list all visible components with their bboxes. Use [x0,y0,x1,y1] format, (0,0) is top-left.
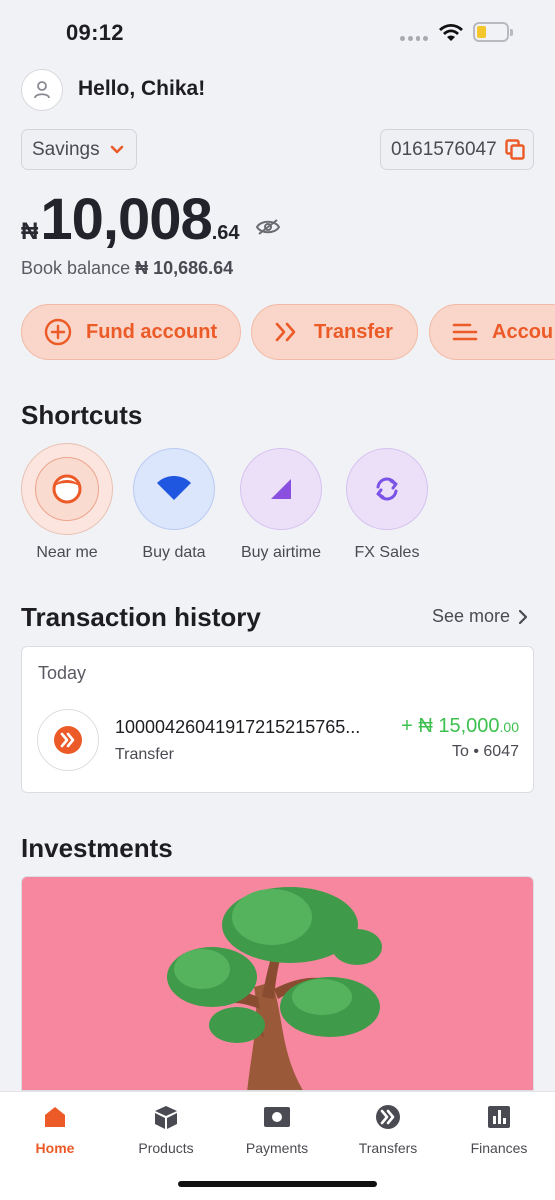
tab-label: Payments [245,1140,309,1156]
transaction-type: Transfer [115,746,174,763]
shortcut-buy-data[interactable]: Buy data [124,448,224,562]
transfer-icon [54,726,82,754]
double-chevron-icon [275,322,296,342]
transfer-label: Transfer [314,320,393,343]
wifi-status-icon [439,24,463,41]
exchange-icon [376,477,398,501]
chevron-right-icon [518,609,528,624]
book-balance-value: ₦ 10,686.64 [135,258,234,278]
see-more-label: See more [432,606,511,626]
tab-payments[interactable]: Payments [222,1104,332,1156]
account-number-copy[interactable]: 0161576047 [380,129,534,170]
tab-label: Transfers [358,1140,418,1156]
balance-decimal: .64 [211,222,240,244]
balance-currency: ₦ [21,218,39,245]
shortcut-label: Buy data [142,544,206,561]
user-icon [34,81,50,99]
tab-label: Products [138,1140,194,1156]
shortcut-label: Near me [36,544,98,561]
transaction-name[interactable]: 10000426041917215215765... [115,717,380,738]
payment-icon [264,1107,290,1127]
account-type-label: Savings [32,138,100,160]
transfer-button[interactable]: Transfer [251,304,418,360]
home-indicator [178,1181,377,1187]
transaction-amount: + ₦ 15,000.00 [401,715,519,738]
cellular-signal-icon [400,36,428,42]
transaction-amount-main: + ₦ 15,000 [401,715,500,737]
battery-icon [473,22,513,42]
fund-account-label: Fund account [86,320,218,343]
transaction-history-title: Transaction history [21,602,261,632]
tab-label: Home [35,1140,75,1156]
copy-icon [504,138,525,160]
investments-title: Investments [21,833,173,863]
status-time: 09:12 [66,20,124,45]
transfer-icon [376,1105,400,1129]
box-icon [155,1106,177,1129]
tree-illustration [167,887,382,1090]
tab-finances[interactable]: Finances [444,1104,554,1156]
available-balance: ₦ 10,008 .64 [21,186,240,253]
account-label: Accou [492,320,554,343]
face-icon [52,474,82,504]
investments-banner[interactable] [21,876,534,1091]
shortcut-near-me[interactable]: Near me [17,443,117,562]
tab-home[interactable]: Home [0,1104,110,1156]
account-type-select[interactable]: Savings [21,129,137,170]
transaction-amount-decimal: .00 [499,719,519,735]
book-balance: Book balance ₦ 10,686.64 [21,258,233,279]
fund-account-button[interactable]: Fund account [21,304,241,360]
tab-label: Finances [470,1140,528,1156]
tab-transfers[interactable]: Transfers [333,1104,443,1156]
signal-icon [271,479,291,499]
avatar[interactable] [21,69,63,111]
transaction-recipient: To • 6047 [452,743,519,760]
chart-icon [488,1106,510,1128]
home-icon [45,1107,65,1127]
book-balance-label: Book balance [21,258,131,278]
shortcut-buy-airtime[interactable]: Buy airtime [231,448,331,562]
menu-lines-icon [452,323,478,341]
account-number: 0161576047 [391,138,497,160]
shortcut-label: Buy airtime [240,544,322,561]
transaction-card: Today 10000426041917215215765... Transfe… [21,646,534,793]
hide-balance-icon[interactable] [256,219,280,235]
shortcut-label: FX Sales [354,544,420,561]
plus-circle-icon [44,318,72,346]
shortcut-fx-sales[interactable]: FX Sales [337,448,437,562]
wifi-icon [157,476,191,500]
greeting: Hello, Chika! [78,77,206,100]
tab-products[interactable]: Products [111,1104,221,1156]
see-more-link[interactable]: See more [432,606,528,627]
account-button[interactable]: Accou [429,304,555,360]
shortcuts-title: Shortcuts [21,400,143,430]
transaction-group-date: Today [38,663,87,683]
chevron-down-icon [110,145,123,153]
balance-main: 10,008 [40,187,212,252]
transaction-row-icon [37,709,99,771]
